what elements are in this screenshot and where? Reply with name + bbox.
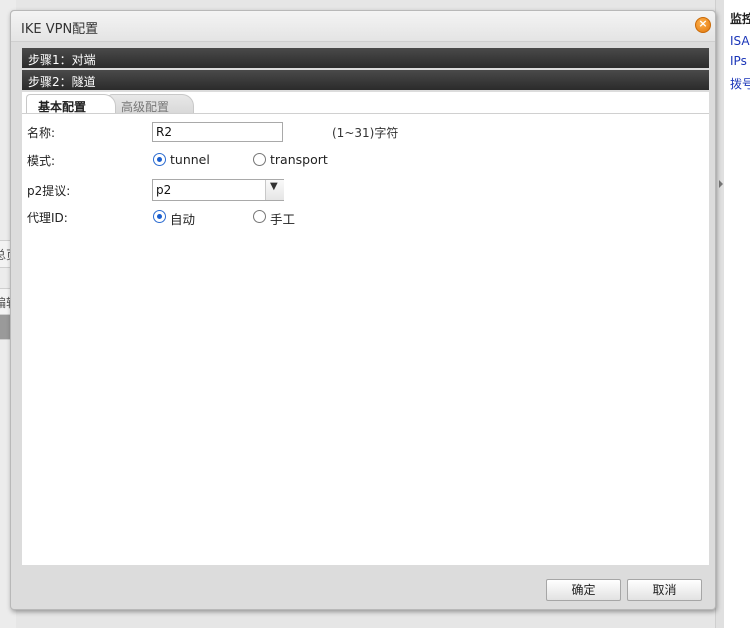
p2-proposal-value: p2 xyxy=(156,183,172,197)
proxy-id-auto-label: 自动 xyxy=(170,212,196,227)
proxy-id-label: 代理ID: xyxy=(27,211,68,225)
step-1-bar[interactable]: 步骤1：对端 xyxy=(22,48,709,68)
name-length-hint: (1~31)字符 xyxy=(332,126,399,140)
dialog-title: IKE VPN配置 xyxy=(21,22,99,37)
right-monitor-panel: 监控 ISA IPs 拨号 xyxy=(724,0,750,628)
name-label: 名称: xyxy=(27,126,56,140)
tab-bar: 高级配置 基本配置 xyxy=(22,92,709,114)
radio-selected-icon xyxy=(153,210,166,223)
p2-proposal-select[interactable]: p2 ▼ xyxy=(152,179,284,201)
radio-unselected-icon xyxy=(253,153,266,166)
radio-selected-icon xyxy=(153,153,166,166)
monitor-link[interactable]: ISA xyxy=(730,34,750,48)
tab-basic-config[interactable]: 基本配置 xyxy=(26,94,116,114)
monitor-title: 监控 xyxy=(730,12,750,26)
monitor-link[interactable]: 拨号 xyxy=(730,75,750,92)
form-panel: 名称: (1~31)字符 模式: tunnel transport p2提议: … xyxy=(22,113,709,565)
dropdown-button[interactable]: ▼ xyxy=(265,180,284,200)
expand-arrow-icon[interactable] xyxy=(719,180,723,188)
tab-advanced-config[interactable]: 高级配置 xyxy=(108,94,194,114)
mode-label: 模式: xyxy=(27,154,56,168)
dialog-titlebar[interactable]: IKE VPN配置 × xyxy=(11,11,715,42)
ike-vpn-dialog: IKE VPN配置 × 步骤1：对端 步骤2：隧道 高级配置 基本配置 名称: … xyxy=(10,10,716,610)
p2-proposal-label: p2提议: xyxy=(27,184,71,198)
step-2-bar[interactable]: 步骤2：隧道 xyxy=(22,70,709,90)
cancel-button[interactable]: 取消 xyxy=(627,579,702,601)
chevron-down-icon: ▼ xyxy=(270,181,278,192)
close-icon[interactable]: × xyxy=(695,17,711,33)
proxy-id-manual-label: 手工 xyxy=(270,212,296,227)
monitor-link[interactable]: IPs xyxy=(730,54,747,68)
confirm-button[interactable]: 确定 xyxy=(546,579,621,601)
mode-transport-label: transport xyxy=(270,152,328,167)
name-input[interactable] xyxy=(152,122,283,142)
mode-tunnel-label: tunnel xyxy=(170,152,210,167)
radio-unselected-icon xyxy=(253,210,266,223)
dialog-footer: 确定 取消 xyxy=(22,565,709,605)
